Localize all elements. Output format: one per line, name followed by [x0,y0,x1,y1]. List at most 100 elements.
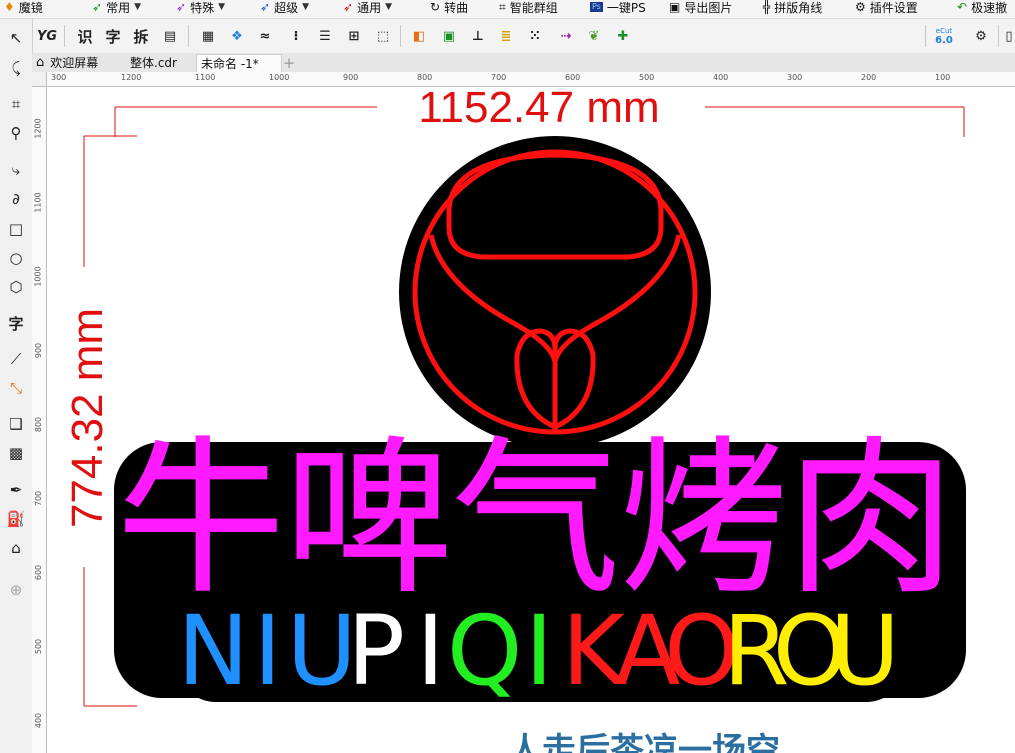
ruler-label: 300 [787,73,803,82]
puzzle-icon[interactable]: ✚ [612,25,634,47]
menu-item-super[interactable]: ➶ 超级 ▼ [260,0,309,17]
group-layout-icon[interactable]: ⊞ [343,25,365,47]
menu-item-convert-curve[interactable]: ↻ 转曲 [430,0,468,17]
overflow-icon[interactable]: ▯ [1003,25,1015,47]
ellipse-tool-icon[interactable]: ○ [5,247,27,269]
connector-tool-icon[interactable]: ⤡ [5,377,27,399]
freehand-tool-icon[interactable]: ⤷ [5,159,27,181]
copy-doc-icon[interactable]: ▤ [159,25,181,47]
sign-title-cn[interactable]: 牛啤气烤肉 [117,421,956,618]
zoom-tool-icon[interactable]: ⚲ [5,122,27,144]
ruler-label: 500 [639,73,655,82]
split-button[interactable]: 拆 [130,25,152,47]
distribute-icon[interactable]: ☰ [314,25,336,47]
grid-dots-icon[interactable]: ⁙ [524,25,546,47]
menu-item-general[interactable]: ➶ 通用 ▼ [343,0,392,17]
arrow-icon: ➶ [92,0,103,14]
interactive-fill-icon[interactable]: ⌂ [5,537,27,559]
list-icon[interactable]: ≣ [495,25,517,47]
menu-item-export-image[interactable]: ▣ 导出图片 [669,0,732,17]
ruler-label: 1100 [33,192,43,213]
menu-item-common[interactable]: ➶ 常用 ▼ [92,0,141,17]
polygon-tool-icon[interactable]: ⬡ [5,276,27,298]
menu-item-fast-undo[interactable]: ↶ 极速撤 [957,0,1007,17]
transparency-tool-icon[interactable]: ▩ [5,442,27,464]
fill-tool-icon[interactable]: ⛽ [5,508,27,530]
text-tool-icon[interactable]: 字 [5,312,27,334]
vertical-ruler[interactable]: 1200 1100 1000 900 800 700 600 500 400 [32,86,47,753]
toolbar-separator [400,25,401,47]
footer-slogan: 人走后茶凉一场空 [508,731,780,753]
crop-tool-icon[interactable]: ⌗ [5,93,27,115]
menu-bar: ♦ 魔镜 ➶ 常用 ▼ ➶ 特殊 ▼ ➶ 超级 ▼ ➶ 通用 ▼ ↻ 转曲 ⌗ … [0,0,1015,19]
height-dimension-label: 774.32 mm [63,308,112,528]
menu-item-plugin-settings[interactable]: ⚙ 插件设置 [855,0,918,17]
recognize-text-button[interactable]: 识 [74,25,96,47]
tab-whole-cdr[interactable]: 整体.cdr [126,54,181,71]
magic-mirror-icon: ♦ [4,0,15,14]
ruler-label: 800 [34,416,44,433]
drop-shadow-icon[interactable]: ❑ [5,413,27,435]
logo-emblem[interactable] [399,136,711,448]
ecut-version-badge[interactable]: eCut 6.0 [932,26,956,48]
subtitle-letter: N [177,595,249,707]
menu-item-one-click-ps[interactable]: Ps 一键PS [590,0,646,17]
pick-tool-icon[interactable]: ↖ [5,27,27,49]
arrow-transform-icon[interactable]: ⇢ [555,25,577,47]
drawing-canvas[interactable]: 1152.47 mm 774.32 mm 牛啤气烤肉 NIUPIQIKAOROU… [47,87,1015,753]
ruler-label: 500 [34,638,44,655]
ruler-origin[interactable] [32,72,47,87]
menu-item-magic-mirror[interactable]: ♦ 魔镜 [4,0,43,17]
menu-item-special[interactable]: ➶ 特殊 ▼ [176,0,225,17]
plugin-manager-icon[interactable]: ⚙ [970,25,992,47]
menu-item-corner-marks[interactable]: ╬ 拼版角线 [763,0,822,17]
photoshop-icon: Ps [590,2,603,12]
smart-group-icon: ⌗ [499,0,506,14]
node-edit-icon[interactable]: ≈ [254,25,276,47]
eyedropper-icon[interactable]: ✒ [5,479,27,501]
toolbox: ↖ ⤹ ⌗ ⚲ ⤷ ∂ □ ○ ⬡ 字 ⟋ ⤡ ❑ ▩ ✒ ⛽ ⌂ ⊕ [0,19,33,753]
frame-image-icon[interactable]: ▣ [438,25,460,47]
horizontal-ruler[interactable]: 300 1200 1100 1000 900 800 700 600 500 4… [32,72,1015,87]
home-icon: ⌂ [36,55,45,70]
shape-weld-icon[interactable]: ❖ [226,25,248,47]
yg-logo-icon[interactable]: YG [36,25,58,47]
new-tab-icon[interactable]: + [278,54,300,72]
artistic-media-icon[interactable]: ∂ [5,188,27,210]
document-tab-bar: ⌂ 欢迎屏幕 整体.cdr 未命名 -1* + [32,53,1015,73]
leaf-icon[interactable]: ❦ [583,25,605,47]
toolbar-separator [998,25,999,47]
subtitle-letter: U [830,595,900,707]
corner-marks-icon: ╬ [763,0,771,14]
table-icon[interactable]: ▦ [197,25,219,47]
tab-untitled-1[interactable]: 未命名 -1* [196,54,282,72]
text-align-icon[interactable]: ⊥ [467,25,489,47]
subtitle-letter: I [525,595,553,707]
ruler-label: 900 [343,73,359,82]
ruler-label: 400 [713,73,729,82]
freehand-pick-icon[interactable]: ⤹ [5,57,27,79]
tab-welcome-screen[interactable]: ⌂ 欢迎屏幕 [32,54,102,71]
dimension-tool-icon[interactable]: ⟋ [5,348,27,370]
rectangle-tool-icon[interactable]: □ [5,218,27,240]
menu-item-smart-group[interactable]: ⌗ 智能群组 [499,0,558,17]
align-nodes-icon[interactable]: ⁝ [285,25,307,47]
arrow-icon: ➶ [343,0,354,14]
arrow-icon: ➶ [176,0,187,14]
bounding-box-icon[interactable]: ⬚ [372,25,394,47]
character-button[interactable]: 字 [102,25,124,47]
undo-icon: ↶ [957,0,968,14]
arrow-icon: ➶ [260,0,271,14]
ruler-label: 1200 [121,73,142,82]
ruler-label: 200 [861,73,877,82]
toolbar-separator [188,25,189,47]
ruler-label: 100 [935,73,951,82]
ruler-label: 1100 [195,73,216,82]
color-blocks-icon[interactable]: ◧ [408,25,430,47]
add-tool-icon[interactable]: ⊕ [5,579,27,601]
subtitle-letter: I [416,595,444,707]
ruler-label: 800 [417,73,433,82]
ruler-label: 1000 [269,73,290,82]
sign-subtitle[interactable]: N I UP I Q I KAOROU [177,595,900,707]
chevron-down-icon: ▼ [302,2,309,12]
